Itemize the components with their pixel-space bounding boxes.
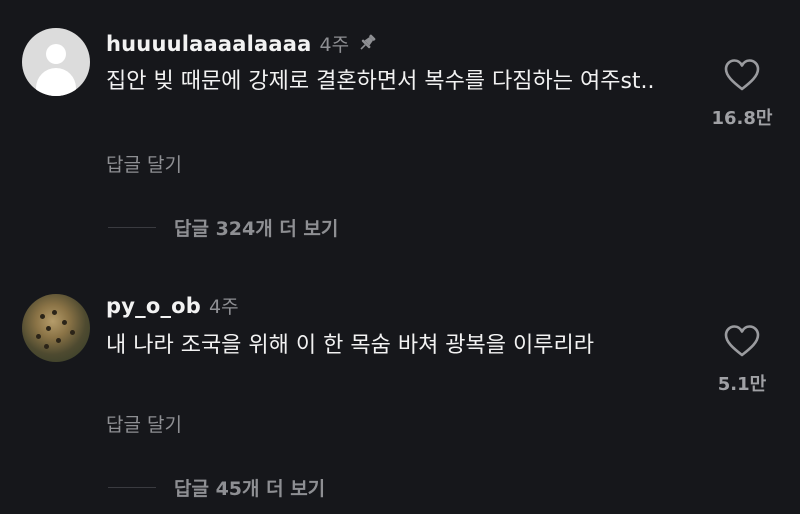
avatar-texture: [40, 314, 45, 319]
like-count: 5.1만: [717, 374, 767, 395]
avatar-texture: [44, 344, 49, 349]
avatar-head-shape: [46, 44, 66, 64]
divider-line: [108, 487, 156, 488]
avatar-texture: [46, 326, 51, 331]
reply-button[interactable]: 답글 달기: [106, 410, 182, 437]
avatar-body-shape: [36, 68, 76, 96]
comment-time: 4주: [209, 296, 239, 318]
divider-line: [108, 227, 156, 228]
view-replies-button[interactable]: 답글 324개 더 보기: [108, 214, 338, 241]
like-count: 16.8만: [711, 108, 773, 129]
reply-button[interactable]: 답글 달기: [106, 150, 182, 177]
avatar-texture: [56, 338, 61, 343]
avatar-texture: [62, 320, 67, 325]
like-group: 5.1만: [700, 324, 784, 396]
comment-item: huuuulaaaalaaaa 4주 집안 빚 때문에 강제로 결혼하면서 복수…: [0, 0, 800, 260]
heart-outline-icon[interactable]: [700, 324, 784, 358]
avatar-texture: [70, 330, 75, 335]
comment-header: py_o_ob 4주: [106, 292, 239, 320]
user-avatar[interactable]: [22, 294, 90, 362]
comment-time: 4주: [319, 34, 350, 56]
username[interactable]: huuuulaaaalaaaa: [106, 32, 312, 56]
pin-icon: [357, 33, 377, 53]
comment-item: py_o_ob 4주 내 나라 조국을 위해 이 한 목숨 바쳐 광복을 이루리…: [0, 260, 800, 514]
avatar-texture: [52, 310, 57, 315]
avatar-texture: [36, 334, 41, 339]
heart-outline-icon[interactable]: [700, 58, 784, 92]
username[interactable]: py_o_ob: [106, 294, 201, 318]
view-replies-button[interactable]: 답글 45개 더 보기: [108, 474, 325, 501]
view-replies-label: 답글 324개 더 보기: [174, 218, 339, 240]
view-replies-label: 답글 45개 더 보기: [174, 478, 326, 500]
comment-text: 집안 빚 때문에 강제로 결혼하면서 복수를 다짐하는 여주st..: [106, 69, 655, 94]
comment-header: huuuulaaaalaaaa 4주: [106, 30, 377, 58]
user-avatar[interactable]: [22, 28, 90, 96]
comment-text: 내 나라 조국을 위해 이 한 목숨 바쳐 광복을 이루리라: [106, 333, 594, 358]
like-group: 16.8만: [700, 58, 784, 130]
